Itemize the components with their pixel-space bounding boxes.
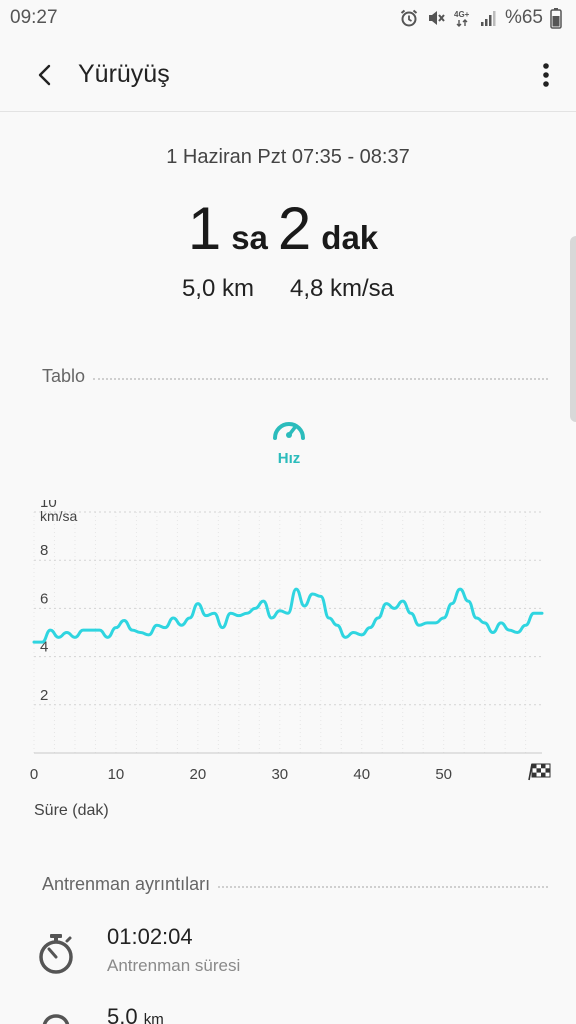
back-arrow-icon xyxy=(38,64,51,85)
distance-detail-number: 5,0 xyxy=(107,1004,138,1024)
signal-icon xyxy=(480,8,498,28)
avg-speed-value: 4,8 km/sa xyxy=(289,275,395,302)
network-type-label: 4G+ xyxy=(454,10,470,19)
x-tick-labels: 0 10 20 30 40 50 xyxy=(30,766,452,783)
y-tick-label: 6 xyxy=(40,590,48,607)
chart-grid xyxy=(33,511,542,754)
y-tick-label: 8 xyxy=(40,542,48,559)
x-tick-label: 30 xyxy=(271,766,288,783)
duration-hours-unit: sa xyxy=(231,219,268,256)
speed-tab[interactable]: Hız xyxy=(258,414,320,467)
stopwatch-icon xyxy=(36,932,76,976)
x-tick-label: 20 xyxy=(190,766,207,783)
battery-icon xyxy=(550,7,562,29)
x-tick-label: 50 xyxy=(435,766,452,783)
status-bar: 09:27 4G+ %65 xyxy=(0,0,576,36)
duration-hours: 1 xyxy=(187,195,222,262)
y-tick-label: 2 xyxy=(40,687,48,704)
distance-detail-value: 5,0 km xyxy=(107,1004,164,1024)
session-date-range: 1 Haziran Pzt 07:35 - 08:37 xyxy=(166,146,410,168)
status-time: 09:27 xyxy=(10,7,58,28)
edge-panel-handle[interactable] xyxy=(570,236,576,422)
duration-minutes: 2 xyxy=(277,195,312,262)
more-vertical-icon xyxy=(543,62,549,87)
mute-icon xyxy=(426,8,446,28)
x-tick-label: 10 xyxy=(108,766,125,783)
detail-row-duration: 01:02:04 Antrenman süresi xyxy=(0,924,576,994)
speed-chart: km/sa 246810 0 10 20 30 40 50 Süre (dak) xyxy=(30,500,551,819)
finish-flag-icon xyxy=(528,763,551,781)
speed-tab-label: Hız xyxy=(277,450,301,467)
back-button[interactable] xyxy=(16,45,76,105)
section-divider xyxy=(93,377,548,380)
network-4g-icon: 4G+ xyxy=(453,8,473,28)
detail-row-distance: 5,0 km xyxy=(0,1004,576,1024)
chart-section-header: Tablo xyxy=(42,366,548,387)
alarm-icon xyxy=(399,8,419,28)
location-pin-icon xyxy=(36,1012,76,1024)
summary-stats: 5,0 km 4,8 km/sa xyxy=(0,275,576,303)
y-tick-labels: 246810 xyxy=(40,500,57,704)
app-bar: Yürüyüş xyxy=(0,38,576,112)
section-divider xyxy=(218,885,548,888)
x-tick-label: 0 xyxy=(30,766,38,783)
details-section-title: Antrenman ayrıntıları xyxy=(42,874,211,894)
status-icons: 4G+ %65 xyxy=(399,7,562,29)
distance-detail-unit: km xyxy=(143,1011,164,1024)
duration-summary: 1 sa 2 dak xyxy=(0,194,576,263)
distance-value: 5,0 km xyxy=(181,275,254,302)
x-tick-label: 40 xyxy=(353,766,370,783)
details-section-header: Antrenman ayrıntıları xyxy=(42,874,548,895)
more-options-button[interactable] xyxy=(526,45,566,105)
speed-series-line xyxy=(32,587,544,644)
chart-section-title: Tablo xyxy=(42,366,86,386)
x-axis-label: Süre (dak) xyxy=(34,802,109,819)
speedometer-icon xyxy=(273,422,305,440)
y-tick-label: 10 xyxy=(40,500,57,511)
duration-minutes-unit: dak xyxy=(321,219,379,256)
workout-duration-label: Antrenman süresi xyxy=(107,956,241,975)
page-title: Yürüyüş xyxy=(78,60,170,88)
workout-duration-value: 01:02:04 xyxy=(107,924,193,949)
battery-percent: %65 xyxy=(504,7,543,28)
